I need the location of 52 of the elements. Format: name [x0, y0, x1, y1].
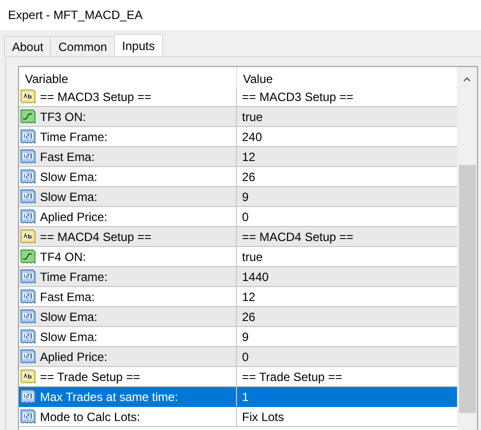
value-cell[interactable]: 12 [237, 147, 457, 167]
variable-name: Slow Ema: [40, 190, 98, 204]
variable-cell[interactable]: == MACD4 Setup == [19, 227, 237, 247]
variable-name: Max Trades at same time: [40, 390, 178, 404]
value-cell[interactable]: == MACD4 Setup == [237, 227, 457, 247]
variable-name: Fast Ema: [40, 290, 95, 304]
variable-cell[interactable]: Fast Ema: [19, 287, 237, 307]
variable-cell[interactable]: Max Trades at same time: [19, 387, 237, 407]
variable-name: Aplied Price: [40, 210, 108, 224]
variable-cell[interactable]: Slow Ema: [19, 167, 237, 187]
tab[interactable]: Inputs [114, 34, 163, 56]
scroll-thumb[interactable] [458, 165, 476, 413]
variable-name: Slow Ema: [40, 170, 98, 184]
variable-name: Aplied Price: [40, 350, 108, 364]
text-type-icon [20, 88, 36, 104]
tab[interactable]: About [4, 36, 52, 56]
variable-name: Time Frame: [40, 270, 108, 284]
variable-name: Time Frame: [40, 130, 108, 144]
variable-name: Fast Ema: [40, 150, 95, 164]
text-type-icon [20, 228, 36, 244]
variable-cell[interactable]: Time Frame: [19, 267, 237, 287]
variable-cell[interactable]: == Trade Setup == [19, 367, 237, 387]
variable-cell[interactable]: TF4 ON: [19, 247, 237, 267]
variable-cell[interactable]: Slow Ema: [19, 327, 237, 347]
boolean-type-icon [20, 248, 36, 264]
value-cell[interactable]: 1440 [237, 267, 457, 287]
scrollbar[interactable] [457, 67, 477, 430]
variable-cell[interactable]: == MACD3 Setup == [19, 87, 237, 107]
variable-cell[interactable]: Slow Ema: [19, 187, 237, 207]
variable-name: == Trade Setup == [40, 370, 140, 384]
text-type-icon [20, 368, 36, 384]
variable-cell[interactable]: TF3 ON: [19, 107, 237, 127]
variable-name: Slow Ema: [40, 310, 98, 324]
variable-cell[interactable]: Fast Ema: [19, 147, 237, 167]
variable-name: Mode to Calc Lots: [40, 410, 140, 424]
value-cell[interactable]: 0 [237, 347, 457, 367]
variable-cell[interactable]: Time Frame: [19, 127, 237, 147]
value-cell[interactable]: 26 [237, 307, 457, 327]
variable-cell[interactable]: Mode to Calc Lots: [19, 407, 237, 427]
variable-cell[interactable]: Slow Ema: [19, 307, 237, 327]
variable-name: Slow Ema: [40, 330, 98, 344]
variable-name: TF4 ON: [40, 250, 86, 264]
variable-name: TF3 ON: [40, 110, 86, 124]
variable-cell[interactable]: Aplied Price: [19, 207, 237, 227]
value-cell[interactable]: 9 [237, 187, 457, 207]
window-title: Expert - MFT_MACD_EA [8, 8, 143, 22]
variable-name: == MACD4 Setup == [40, 230, 152, 244]
variable-cell[interactable]: Aplied Price: [19, 347, 237, 367]
variable-name: == MACD3 Setup == [40, 90, 152, 104]
boolean-type-icon [20, 108, 36, 124]
value-cell[interactable]: true [237, 107, 457, 127]
value-cell[interactable]: 1 [237, 387, 457, 407]
